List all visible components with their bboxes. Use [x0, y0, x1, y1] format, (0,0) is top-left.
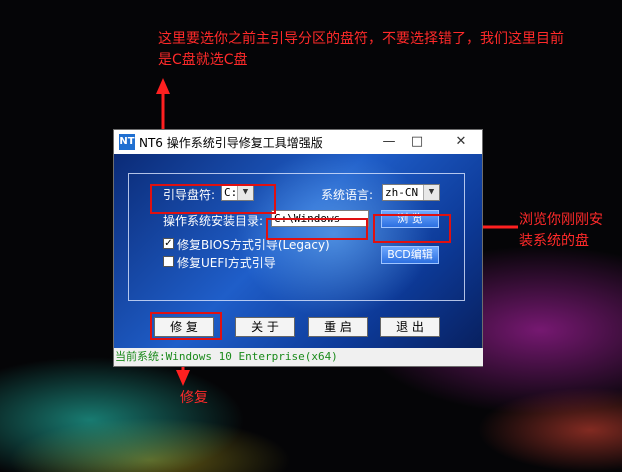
bios-checkbox[interactable]: ✓: [163, 238, 174, 249]
exit-button[interactable]: 退 出: [380, 317, 440, 337]
annotation-top-line2: 是C盘就选C盘: [158, 52, 248, 68]
annotation-right-line2: 装系统的盘: [519, 233, 589, 249]
annotation-right: 浏览你刚刚安 装系统的盘: [519, 210, 603, 252]
about-button[interactable]: 关 于: [235, 317, 295, 337]
install-dir-label: 操作系统安装目录:: [163, 214, 264, 228]
highlight-repair: [150, 312, 222, 340]
language-value: zh-CN: [385, 186, 419, 199]
maximize-icon[interactable]: □: [406, 132, 428, 152]
chevron-down-icon: ▼: [423, 185, 439, 200]
app-icon: NT: [119, 134, 135, 150]
language-select[interactable]: zh-CN ▼: [382, 184, 440, 201]
highlight-install-dir: [266, 218, 368, 240]
highlight-browse: [373, 214, 451, 243]
highlight-drive: [150, 184, 276, 214]
status-bar: 当前系统:Windows 10 Enterprise(x64): [114, 348, 483, 366]
annotation-right-line1: 浏览你刚刚安: [519, 212, 603, 228]
bcd-edit-button[interactable]: BCD编辑: [381, 246, 439, 264]
annotation-bottom: 修复: [180, 390, 208, 406]
close-icon[interactable]: ✕: [450, 132, 472, 152]
uefi-checkbox[interactable]: [163, 256, 174, 267]
window-title: NT6 操作系统引导修复工具增强版: [139, 136, 323, 150]
reboot-button[interactable]: 重 启: [308, 317, 368, 337]
title-bar[interactable]: NT NT6 操作系统引导修复工具增强版 — □ ✕: [114, 130, 482, 154]
uefi-label: 修复UEFI方式引导: [177, 256, 276, 270]
language-label: 系统语言:: [321, 188, 374, 202]
minimize-icon[interactable]: —: [378, 132, 400, 152]
annotation-top-line1: 这里要选你之前主引导分区的盘符，不要选择错了，我们这里目前: [158, 31, 564, 47]
annotation-top: 这里要选你之前主引导分区的盘符，不要选择错了，我们这里目前 是C盘就选C盘: [158, 29, 564, 71]
